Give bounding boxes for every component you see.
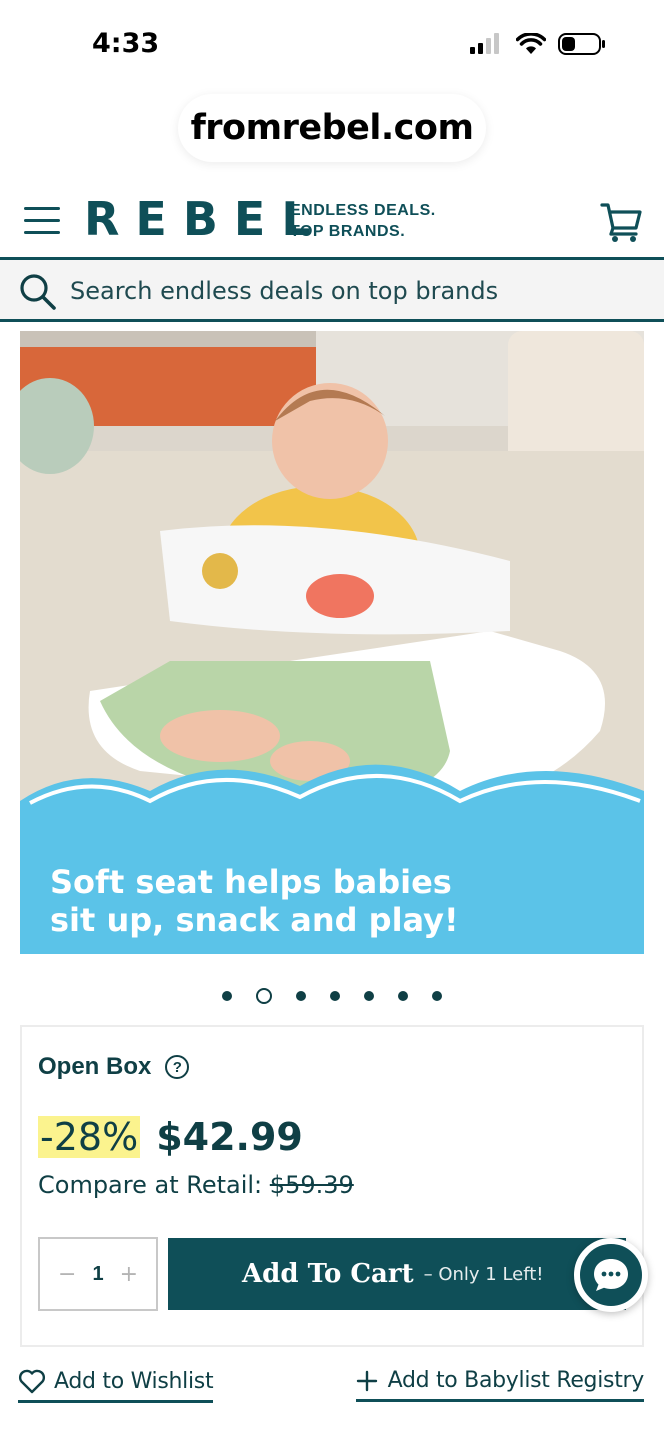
add-to-registry-link[interactable]: Add to Babylist Registry [355,1368,645,1402]
product-image[interactable]: Soft seat helps babies sit up, snack and… [20,331,644,954]
heart-icon [18,1369,46,1394]
carousel-dot[interactable] [432,991,442,1001]
tagline-line-1: ENDLESS DEALS. [290,202,436,219]
chat-button[interactable] [574,1238,648,1312]
condition-row: Open Box ? [38,1053,190,1081]
add-to-cart-button[interactable]: Add To Cart – Only 1 Left! [168,1238,626,1310]
status-bar: 4:33 [0,0,664,90]
add-to-cart-label: Add To Cart [242,1259,414,1289]
decrement-button[interactable]: − [58,1262,76,1287]
caption-line-1: Soft seat helps babies [50,863,452,901]
search-icon[interactable] [18,272,58,312]
carousel-dot[interactable] [256,988,272,1004]
quantity-value[interactable]: 1 [92,1263,103,1286]
product-photo [20,331,644,954]
stock-note: – Only 1 Left! [423,1263,544,1285]
menu-icon[interactable] [24,207,60,237]
add-to-wishlist-link[interactable]: Add to Wishlist [18,1368,214,1403]
search-input[interactable] [70,270,650,312]
condition-label: Open Box [38,1053,152,1080]
status-time: 4:33 [92,28,160,59]
price-row: -28% $42.99 [38,1115,303,1159]
cart-icon[interactable] [600,200,644,244]
carousel-dot[interactable] [398,991,408,1001]
compare-price: $59.39 [269,1171,354,1199]
chat-icon [594,1259,628,1291]
site-header: REBEL ENDLESS DEALS. TOP BRANDS. [0,182,664,258]
caption-line-2: sit up, snack and play! [50,901,459,939]
quantity-stepper: − 1 + [38,1237,158,1311]
increment-button[interactable]: + [120,1262,138,1287]
wishlist-label: Add to Wishlist [54,1368,214,1394]
carousel-dot[interactable] [296,991,306,1001]
carousel-dot[interactable] [364,991,374,1001]
carousel-dot[interactable] [222,991,232,1001]
status-icons [470,32,606,56]
plus-icon [356,1370,377,1391]
discount-badge: -28% [38,1115,141,1159]
compare-label: Compare at Retail: [38,1171,263,1199]
sale-price: $42.99 [156,1115,303,1159]
carousel-dot[interactable] [330,991,340,1001]
image-caption: Soft seat helps babies sit up, snack and… [50,863,459,939]
battery-icon [558,33,605,55]
registry-label: Add to Babylist Registry [387,1368,645,1393]
wifi-icon [516,33,546,54]
compare-at-retail: Compare at Retail: $59.39 [38,1171,354,1199]
address-bar[interactable]: fromrebel.com [178,94,486,162]
carousel-dots [0,988,664,1004]
header-tagline: ENDLESS DEALS. TOP BRANDS. [290,200,436,242]
cellular-signal-icon [470,33,499,54]
help-icon[interactable]: ? [165,1055,190,1079]
tagline-line-2: TOP BRANDS. [290,223,406,240]
buy-box: Open Box ? -28% $42.99 Compare at Retail… [20,1025,644,1347]
search-bar [0,260,664,322]
